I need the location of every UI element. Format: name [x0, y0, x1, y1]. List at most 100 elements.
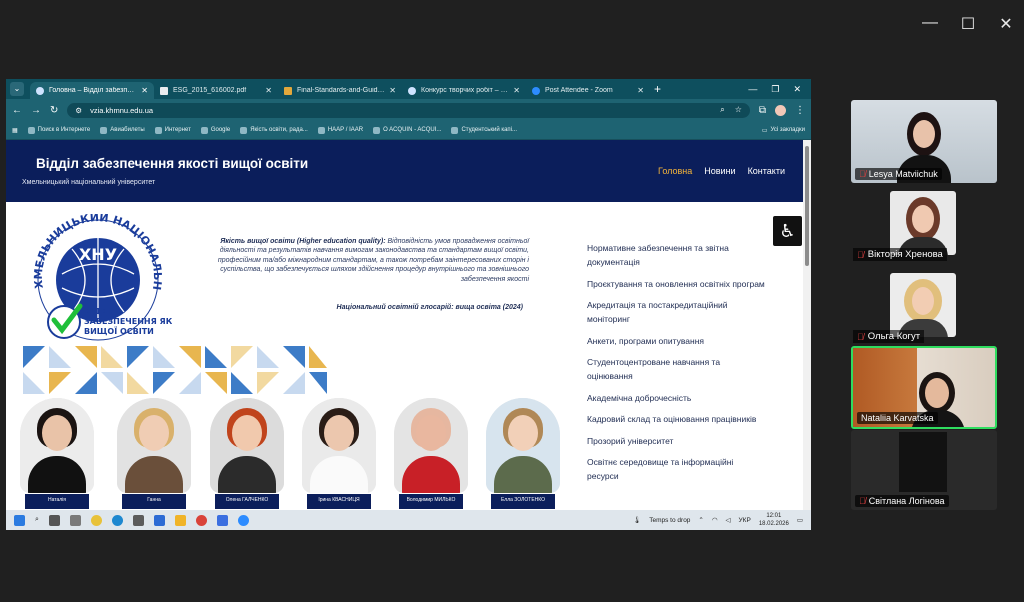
pdf-icon [160, 86, 168, 95]
store-icon[interactable] [132, 514, 144, 526]
clock[interactable]: 12:01 18.02.2026 [759, 512, 789, 528]
url-field[interactable]: ⚙ vzia.khmnu.edu.ua ⌕ ☆ [67, 102, 750, 118]
reload-icon[interactable]: ↻ [50, 105, 58, 116]
side-link[interactable]: Акредитація та постакредитаційний моніто… [587, 298, 767, 326]
back-icon[interactable]: ← [12, 105, 22, 116]
bookmark-icon [154, 126, 162, 134]
scrollbar-thumb[interactable] [805, 146, 809, 266]
staff-card[interactable]: Володимир МИЛЬКО [394, 398, 468, 509]
outlook-icon[interactable] [153, 514, 165, 526]
side-navigation: Нормативне забезпечення та звітна докуме… [587, 241, 767, 491]
extensions-icon[interactable]: ⧉ [759, 105, 766, 116]
notification-icon[interactable]: ▭ [797, 516, 803, 524]
participant-tile[interactable] [890, 273, 956, 337]
maximize-button[interactable]: ☐ [960, 14, 976, 34]
staff-card[interactable]: Наталія [20, 398, 94, 509]
participant-tile[interactable]: 🎙̸ Світлана Логінова [851, 430, 997, 510]
browser-minimize-icon[interactable]: — [748, 84, 757, 95]
chevron-up-icon[interactable]: ⌃ [698, 516, 703, 524]
close-tab-icon[interactable]: ✕ [637, 86, 644, 95]
tab-bar: ⌄ Головна – Відділ забезпечення ✕ ESG_20… [6, 79, 811, 99]
side-link[interactable]: Анкети, програми опитування [587, 334, 767, 348]
participant-name-tag: Nataliia Karvatska [857, 412, 938, 424]
accessibility-icon[interactable]: ♿ [773, 216, 802, 246]
side-link[interactable]: Академічна доброчесність [587, 391, 767, 405]
nav-contacts[interactable]: Контакти [748, 166, 785, 176]
tab-search-icon[interactable]: ⌄ [10, 82, 24, 96]
side-link[interactable]: Нормативне забезпечення та звітна докуме… [587, 241, 767, 269]
staff-card[interactable]: Олена ГАЛЧЕНКО [210, 398, 284, 509]
bookmark-item[interactable]: Якість освіти, рада... [240, 126, 308, 134]
chrome-icon[interactable] [90, 514, 102, 526]
side-link[interactable]: Проєктування та оновлення освітніх прогр… [587, 277, 767, 291]
participant-tile[interactable]: 🎙̸ Lesya Matviichuk [851, 100, 997, 183]
forward-icon[interactable]: → [31, 105, 41, 116]
participant-face [913, 120, 935, 148]
minimize-button[interactable]: — [922, 14, 938, 34]
bookmark-item[interactable]: O ACQUIN - ACQUI... [373, 126, 441, 134]
bookmark-item[interactable]: HAAP / IAAR [317, 126, 364, 134]
menu-kebab-icon[interactable]: ⋮ [795, 105, 805, 116]
browser-close-icon[interactable]: ✕ [793, 84, 801, 95]
site-header: Відділ забезпечення якості вищої освіти … [6, 140, 803, 202]
profile-avatar[interactable] [775, 104, 786, 116]
staff-card[interactable]: Ганна [117, 398, 191, 509]
bookmark-label: HAAP / IAAR [327, 127, 364, 133]
bookmarks-bar: ▦ Поиск в Интернете Авиабилеты Интернет … [6, 121, 811, 140]
outer-window-controls: — ☐ ✕ [922, 14, 1014, 34]
site-info-icon[interactable]: ⚙ [75, 106, 82, 115]
nav-news[interactable]: Новини [704, 166, 735, 176]
bookmark-item[interactable]: Поиск в Интернете [27, 126, 90, 134]
side-link[interactable]: Кадровий склад та оцінювання працівників [587, 412, 767, 426]
website-viewport: Відділ забезпечення якості вищої освіти … [6, 140, 803, 510]
bookmark-item[interactable]: Google [200, 126, 230, 134]
participant-tile[interactable] [890, 191, 956, 255]
language-indicator[interactable]: УКР [739, 517, 751, 524]
close-tab-icon[interactable]: ✕ [389, 86, 396, 95]
close-tab-icon[interactable]: ✕ [141, 86, 148, 95]
side-link[interactable]: Освітнє середовище та інформаційні ресур… [587, 455, 767, 483]
tab-home[interactable]: Головна – Відділ забезпечення ✕ [30, 82, 154, 99]
zoom-app-icon[interactable] [237, 514, 249, 526]
close-tab-icon[interactable]: ✕ [265, 86, 272, 95]
mic-muted-icon: 🎙̸ [859, 496, 866, 506]
nav-home[interactable]: Головна [658, 166, 692, 176]
mic-muted-icon: 🎙̸ [859, 169, 866, 179]
tab-contest[interactable]: Конкурс творчих робіт – РАЗО ✕ [402, 82, 526, 99]
logo-caption-1: ВІДДІЛ [84, 307, 117, 316]
close-tab-icon[interactable]: ✕ [513, 86, 520, 95]
weather-icon[interactable]: 🌡 [633, 516, 641, 524]
search-icon[interactable]: ⌕ [35, 516, 39, 524]
participant-tile-active-speaker[interactable]: Nataliia Karvatska [851, 346, 997, 429]
bookmark-item[interactable]: Интернет [154, 126, 191, 134]
new-tab-button[interactable]: + [654, 82, 661, 96]
side-link[interactable]: Прозорий університет [587, 434, 767, 448]
all-bookmarks-folder[interactable]: ▭ Усі закладки [762, 127, 805, 134]
browser-restore-icon[interactable]: ❐ [771, 84, 779, 95]
side-link[interactable]: Студентоцентроване навчання та оцінюванн… [587, 355, 767, 383]
bookmark-item[interactable]: Авиабилеты [100, 126, 145, 134]
tab-esg-pdf[interactable]: ESG_2015_616002.pdf ✕ [154, 82, 278, 99]
tray-text[interactable]: Temps to drop [649, 517, 690, 524]
staff-card[interactable]: Ірина КВАСНИЦЯ [302, 398, 376, 509]
task-view-icon[interactable] [48, 514, 60, 526]
tab-final-standards[interactable]: Final-Standards-and-Guidelines ✕ [278, 82, 402, 99]
page-scrollbar[interactable] [803, 140, 811, 510]
apps-grid-icon[interactable]: ▦ [12, 127, 18, 134]
wifi-icon[interactable]: ◠ [712, 516, 718, 524]
volume-icon[interactable]: ◁ [726, 516, 731, 524]
chrome-profile-icon[interactable] [195, 514, 207, 526]
close-button[interactable]: ✕ [998, 14, 1014, 34]
file-explorer-icon[interactable] [174, 514, 186, 526]
word-icon[interactable] [216, 514, 228, 526]
edge-icon[interactable] [111, 514, 123, 526]
bookmark-star-icon[interactable]: ☆ [735, 105, 742, 115]
widgets-icon[interactable] [69, 514, 81, 526]
site-title[interactable]: Відділ забезпечення якості вищої освіти [36, 156, 308, 171]
windows-taskbar: ⌕ 🌡 Temps to drop ⌃ ◠ ◁ УКР 12:01 18.02.… [6, 510, 811, 530]
staff-card[interactable]: Елла ЗОЛОТЕНКО [486, 398, 560, 509]
zoom-lens-icon[interactable]: ⌕ [720, 105, 724, 115]
start-icon[interactable] [14, 514, 25, 526]
bookmark-item[interactable]: Студентський капі... [451, 126, 517, 134]
tab-zoom[interactable]: Post Attendee - Zoom ✕ [526, 82, 650, 99]
